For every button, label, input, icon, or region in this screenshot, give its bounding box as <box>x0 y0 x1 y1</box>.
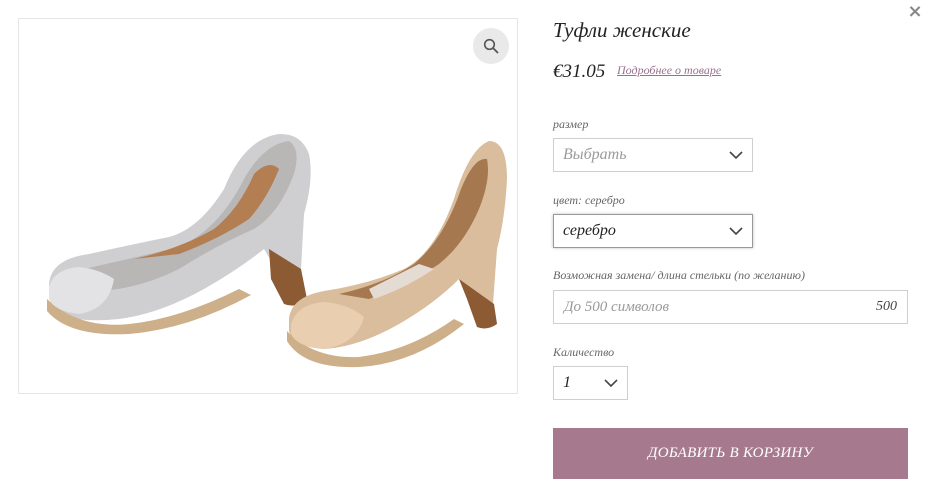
insole-char-counter: 500 <box>876 299 897 314</box>
zoom-button[interactable] <box>473 28 509 64</box>
add-to-cart-label: ДОБАВИТЬ В КОРЗИНУ <box>647 445 814 461</box>
quantity-label: Каличество <box>553 345 615 359</box>
product-details-link[interactable]: Подробнее о товаре <box>617 63 721 78</box>
quantity-select[interactable]: 1 <box>553 366 628 400</box>
close-button[interactable]: × <box>904 2 926 24</box>
close-icon: × <box>907 1 923 22</box>
chevron-down-icon <box>604 379 618 388</box>
chevron-down-icon <box>729 227 743 236</box>
product-image-panel <box>18 18 518 394</box>
gold-shoe <box>287 141 507 368</box>
color-select-value: серебро <box>563 222 616 239</box>
product-title: Туфли женские <box>553 18 691 42</box>
size-select-value: Выбрать <box>563 146 627 163</box>
insole-label: Возможная замена/ длина стельки (по жела… <box>553 268 805 282</box>
size-label: размер <box>553 117 589 131</box>
insole-input[interactable]: До 500 символов 500 <box>553 290 908 324</box>
size-select[interactable]: Выбрать <box>553 138 753 172</box>
insole-input-placeholder: До 500 символов <box>564 298 669 315</box>
product-price: €31.05 <box>553 61 606 82</box>
color-label: цвет: серебро <box>553 193 625 207</box>
magnifier-icon <box>483 38 499 54</box>
color-select[interactable]: серебро <box>553 214 753 248</box>
add-to-cart-button[interactable]: ДОБАВИТЬ В КОРЗИНУ <box>553 428 908 479</box>
quantity-select-value: 1 <box>563 374 571 391</box>
silver-shoe <box>47 133 311 335</box>
product-photo[interactable] <box>39 119 509 379</box>
chevron-down-icon <box>729 151 743 160</box>
